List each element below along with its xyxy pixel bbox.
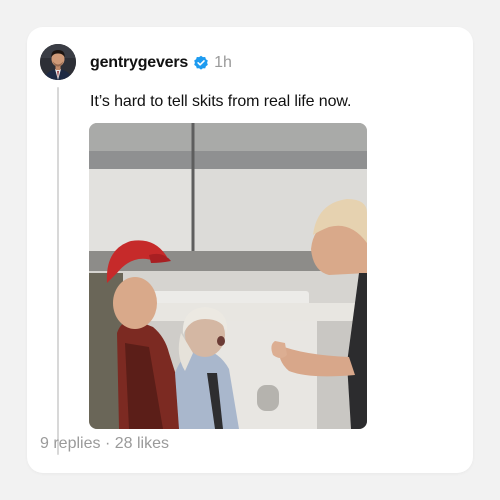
airplane-cabin-scene: [89, 123, 367, 429]
post-card: gentrygevers 1h It’s hard to tell skits …: [27, 27, 473, 473]
thread-line: [57, 87, 59, 455]
post-header: gentrygevers 1h: [90, 51, 232, 75]
likes-count-link[interactable]: 28 likes: [115, 435, 169, 452]
avatar[interactable]: [40, 44, 76, 80]
post-video-thumbnail[interactable]: [89, 123, 367, 429]
separator: ·: [104, 435, 111, 452]
verified-badge-icon: [193, 55, 209, 71]
post-timestamp: 1h: [214, 54, 232, 71]
username-link[interactable]: gentrygevers: [90, 54, 188, 72]
post-text: It’s hard to tell skits from real life n…: [90, 93, 352, 110]
replies-count-link[interactable]: 9 replies: [40, 435, 100, 452]
post-engagement: 9 replies · 28 likes: [40, 435, 169, 453]
avatar-image: [40, 44, 76, 80]
